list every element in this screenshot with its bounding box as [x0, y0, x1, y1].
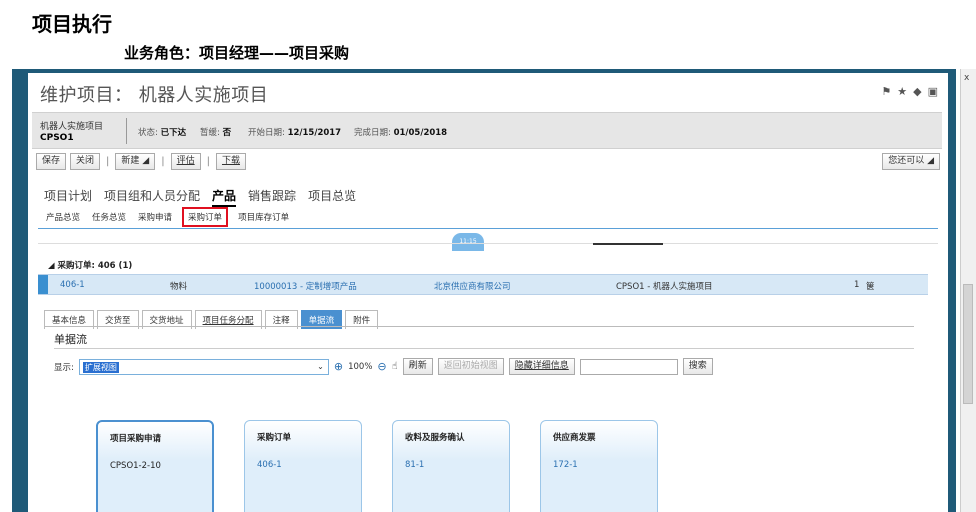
row-selector[interactable]: [38, 275, 48, 294]
card-value-link[interactable]: 406-1: [257, 460, 282, 470]
zoom-in-icon[interactable]: ⊕: [334, 360, 343, 373]
table-row[interactable]: 406-1 物料 10000013 - 定制增项产品 北京供应商有限公司 CPS…: [38, 274, 928, 295]
tab-project-plan[interactable]: 项目计划: [44, 187, 92, 207]
subtab-task-overview[interactable]: 任务总览: [92, 211, 126, 223]
flow-card-goods-receipt[interactable]: 收料及服务确认 81-1: [392, 420, 510, 512]
more-actions-button[interactable]: 您还可以 ◢: [882, 153, 940, 170]
flow-card-supplier-invoice[interactable]: 供应商发票 172-1: [540, 420, 658, 512]
subtab-purchase-order[interactable]: 采购订单: [182, 207, 229, 227]
app-window: 维护项目： 机器人实施项目 ⚑ ★ ◆ ▣ 机器人实施项目 CPSO1 状态: …: [28, 73, 948, 512]
download-button[interactable]: 下载: [215, 153, 246, 170]
row-supplier-link[interactable]: 北京供应商有限公司: [434, 280, 511, 292]
divider: [126, 118, 127, 144]
evaluate-button[interactable]: 评估: [170, 153, 201, 170]
divider: [44, 326, 914, 327]
search-input[interactable]: [579, 358, 678, 375]
flag-icon[interactable]: ⚑: [881, 85, 891, 98]
slide-title: 项目执行: [32, 12, 112, 36]
tab-team-staffing[interactable]: 项目组和人员分配: [104, 187, 200, 207]
view-select[interactable]: 扩展视图 ⌄: [78, 358, 329, 375]
row-id-link[interactable]: 406-1: [60, 280, 85, 290]
page-title: 维护项目： 机器人实施项目: [40, 85, 269, 106]
slide-subtitle: 业务角色：项目经理——项目采购: [124, 44, 350, 62]
status-field: 状态: 已下达: [138, 128, 187, 138]
subtab-product-overview[interactable]: 产品总览: [46, 211, 80, 223]
divider: |: [106, 156, 110, 167]
start-date-field: 开始日期: 12/15/2017: [248, 128, 342, 138]
new-button[interactable]: 新建 ◢: [115, 153, 156, 170]
card-title: 供应商发票: [553, 433, 596, 443]
divider: |: [206, 156, 210, 167]
save-button[interactable]: 保存: [36, 153, 67, 170]
close-icon[interactable]: x: [964, 73, 969, 83]
divider: |: [161, 156, 165, 167]
back-to-initial-button: 返回初始视图: [437, 358, 504, 375]
close-button[interactable]: 关闭: [70, 153, 101, 170]
end-date-field: 完成日期: 01/05/2018: [354, 128, 448, 138]
zoom-level: 100%: [348, 361, 373, 372]
sub-tabs: 产品总览 任务总览 采购申请 采购订单 项目库存订单: [46, 207, 289, 227]
zoom-out-icon[interactable]: ⊖: [377, 360, 386, 373]
tab-project-overview[interactable]: 项目总览: [308, 187, 356, 207]
star-icon[interactable]: ★: [897, 85, 907, 98]
row-unit: 箧: [866, 282, 875, 292]
tab-sales-tracking[interactable]: 销售跟踪: [248, 187, 296, 207]
column-resizer[interactable]: [593, 243, 663, 245]
card-value: CPSO1-2-10: [110, 461, 161, 471]
toolbar: 保存 关闭 | 新建 ◢ | 评估 | 下载: [36, 153, 246, 170]
project-name: 机器人实施项目: [40, 122, 104, 132]
display-label: 显示:: [54, 362, 74, 373]
card-title: 采购订单: [257, 433, 292, 443]
refresh-button[interactable]: 刷新: [402, 358, 433, 375]
project-info-bar: 机器人实施项目 CPSO1 状态: 已下达 暂缓: 否 开始日期: 12/15/…: [32, 112, 942, 149]
row-type: 物料: [170, 282, 188, 292]
main-tabs: 项目计划 项目组和人员分配 产品 销售跟踪 项目总览: [44, 187, 356, 207]
section-title: 单据流: [54, 333, 87, 346]
subtab-stock-order[interactable]: 项目库存订单: [238, 211, 289, 223]
group-header[interactable]: ◢ 采购订单: 406 (1): [48, 259, 132, 271]
card-title: 收料及服务确认: [405, 433, 465, 443]
flow-card-purchase-order[interactable]: 采购订单 406-1: [244, 420, 362, 512]
hide-details-button[interactable]: 隐藏详细信息: [508, 358, 575, 375]
grid-header: [38, 243, 938, 251]
flow-card-purchase-request[interactable]: 项目采购申请 CPSO1-2-10: [96, 420, 214, 512]
row-project: CPSO1 - 机器人实施项目: [616, 282, 713, 292]
subtab-purchase-request[interactable]: 采购申请: [138, 211, 172, 223]
flow-controls: 显示: 扩展视图 ⌄ ⊕ 100% ⊖ ☝ 刷新 返回初始视图 隐藏详细信息 搜…: [54, 358, 713, 375]
hand-icon[interactable]: ☝: [392, 361, 398, 372]
scrollbar-thumb[interactable]: [963, 284, 973, 404]
hold-field: 暂缓: 否: [200, 128, 232, 138]
card-value-link[interactable]: 81-1: [405, 460, 424, 470]
divider: [38, 228, 938, 229]
row-product-link[interactable]: 10000013 - 定制增项产品: [254, 280, 357, 292]
project-id: CPSO1: [40, 133, 74, 143]
tag-icon[interactable]: ◆: [913, 85, 921, 98]
tab-products[interactable]: 产品: [212, 187, 237, 207]
screen-icon[interactable]: ▣: [928, 85, 938, 98]
divider: [54, 348, 914, 349]
row-qty: 1: [854, 280, 860, 290]
view-select-value: 扩展视图: [82, 361, 119, 373]
card-value-link[interactable]: 172-1: [553, 460, 578, 470]
search-button[interactable]: 搜索: [682, 358, 713, 375]
side-scrollbar[interactable]: x: [960, 69, 976, 512]
card-title: 项目采购申请: [110, 434, 162, 444]
header-icons: ⚑ ★ ◆ ▣: [881, 85, 938, 98]
chevron-down-icon[interactable]: ⌄: [317, 362, 324, 371]
